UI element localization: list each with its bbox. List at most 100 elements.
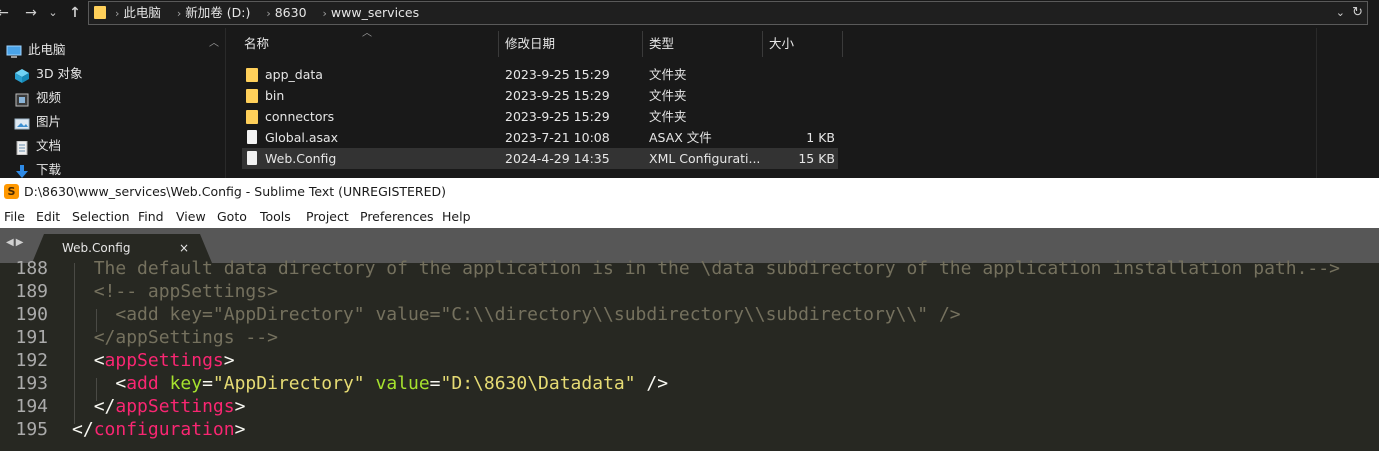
line-number: 190 <box>15 304 48 325</box>
tab-navigation-arrows[interactable]: ◀▶ <box>6 237 25 248</box>
file-type: 文件夹 <box>649 109 687 124</box>
up-button[interactable]: ↑ <box>66 3 84 23</box>
column-divider[interactable] <box>762 31 763 57</box>
menu-file[interactable]: File <box>4 206 25 228</box>
file-name: bin <box>265 88 285 103</box>
column-header-type[interactable]: 类型 <box>649 31 674 57</box>
sidebar-item-documents[interactable]: 文档 <box>14 135 61 157</box>
column-header-modified[interactable]: 修改日期 <box>505 31 555 57</box>
code-token: appSettings <box>104 350 224 371</box>
breadcrumb-item-drive-d[interactable]: 新加卷 (D:) <box>185 5 250 20</box>
title-bar[interactable]: S D:\8630\www_services\Web.Config - Subl… <box>0 178 1379 206</box>
breadcrumb: › 此电脑 › 新加卷 (D:) › 8630 › www_services <box>115 2 419 24</box>
refresh-icon[interactable]: ↻ <box>1352 2 1363 24</box>
code-token: "AppDirectory" <box>212 373 365 394</box>
folder-icon <box>246 68 258 82</box>
sidebar-item-3d-objects[interactable]: 3D 对象 <box>14 63 83 85</box>
file-type: ASAX 文件 <box>649 130 712 145</box>
line-number: 189 <box>15 281 48 302</box>
code-token: = <box>202 373 213 394</box>
line-code: </appSettings> <box>72 395 246 418</box>
code-token: = <box>429 373 441 394</box>
code-token: > <box>223 350 235 371</box>
file-name: Web.Config <box>265 151 337 166</box>
file-icon <box>247 151 257 165</box>
menu-find[interactable]: Find <box>138 206 164 228</box>
code-editor[interactable]: 188 The default data directory of the ap… <box>0 258 1379 451</box>
menu-selection[interactable]: Selection <box>72 206 130 228</box>
file-type: XML Configurati... <box>649 151 761 166</box>
code-token: "D:\8630\Datadata" <box>440 373 636 394</box>
file-row[interactable]: Global.asax 2023-7-21 10:08 ASAX 文件 1 KB <box>242 127 838 148</box>
scroll-up-icon[interactable]: ︿ <box>209 34 219 49</box>
file-modified: 2023-9-25 15:29 <box>505 88 610 103</box>
column-divider[interactable] <box>842 31 843 57</box>
navigation-pane: ︿ 此电脑 3D 对象 视频 图片 文档 下载 <box>0 32 225 178</box>
back-button[interactable]: ← <box>0 3 10 23</box>
menu-help[interactable]: Help <box>442 206 471 228</box>
breadcrumb-separator[interactable]: › <box>323 7 327 20</box>
menu-view[interactable]: View <box>176 206 206 228</box>
line-code: The default data directory of the applic… <box>72 257 1340 280</box>
column-header-size[interactable]: 大小 <box>769 31 794 57</box>
folder-icon <box>246 89 258 103</box>
menu-project[interactable]: Project <box>306 206 349 228</box>
breadcrumb-item-this-pc[interactable]: 此电脑 <box>123 5 161 20</box>
sidebar-item-pictures[interactable]: 图片 <box>14 111 61 133</box>
sort-ascending-icon: ︿ <box>362 28 372 39</box>
breadcrumb-item-www-services[interactable]: www_services <box>331 5 419 20</box>
close-icon[interactable]: × <box>179 240 189 256</box>
window-title: D:\8630\www_services\Web.Config - Sublim… <box>24 184 446 199</box>
code-token: > <box>234 396 246 417</box>
column-header-name[interactable]: 名称 <box>244 31 269 57</box>
file-row[interactable]: app_data 2023-9-25 15:29 文件夹 <box>242 64 838 85</box>
code-token: > <box>234 419 246 440</box>
address-bar[interactable]: › 此电脑 › 新加卷 (D:) › 8630 › www_services ⌄… <box>88 1 1368 25</box>
line-number: 195 <box>15 419 48 440</box>
pane-divider[interactable] <box>225 28 226 178</box>
code-token: configuration <box>93 419 235 440</box>
download-icon <box>14 164 30 178</box>
recent-locations-button[interactable]: ⌄ <box>46 3 60 23</box>
code-token: </ <box>72 419 94 440</box>
file-name: app_data <box>265 67 323 82</box>
file-row[interactable]: bin 2023-9-25 15:29 文件夹 <box>242 85 838 106</box>
code-token: </appSettings --> <box>93 327 278 348</box>
pane-divider <box>1316 28 1317 178</box>
line-code: </configuration> <box>72 418 245 441</box>
file-type: 文件夹 <box>649 67 687 82</box>
code-token: < <box>93 350 105 371</box>
code-token: </ <box>93 396 116 417</box>
menu-goto[interactable]: Goto <box>217 206 247 228</box>
breadcrumb-item-8630[interactable]: 8630 <box>275 5 307 20</box>
menu-edit[interactable]: Edit <box>36 206 60 228</box>
forward-button[interactable]: → <box>22 3 40 23</box>
file-row[interactable]: connectors 2023-9-25 15:29 文件夹 <box>242 106 838 127</box>
sidebar-item-label: 3D 对象 <box>36 66 83 81</box>
code-token: The default data directory of the applic… <box>93 258 1340 279</box>
sidebar-item-videos[interactable]: 视频 <box>14 87 61 109</box>
file-row-selected[interactable]: Web.Config 2024-4-29 14:35 XML Configura… <box>242 148 838 169</box>
column-divider[interactable] <box>642 31 643 57</box>
pictures-icon <box>14 116 30 130</box>
menu-tools[interactable]: Tools <box>260 206 291 228</box>
breadcrumb-separator[interactable]: › <box>177 7 181 20</box>
file-name: Global.asax <box>265 130 339 145</box>
chevron-down-icon[interactable]: ⌄ <box>1336 2 1345 24</box>
line-number: 194 <box>15 396 48 417</box>
sublime-logo-icon: S <box>4 184 19 199</box>
folder-icon <box>246 110 258 124</box>
code-token: /> <box>635 373 669 394</box>
line-code: <!-- appSettings> <box>72 280 278 303</box>
sidebar-item-this-pc[interactable]: 此电脑 <box>6 39 66 61</box>
menu-preferences[interactable]: Preferences <box>360 206 434 228</box>
line-code: <appSettings> <box>72 349 235 372</box>
column-divider[interactable] <box>498 31 499 57</box>
breadcrumb-separator[interactable]: › <box>266 7 270 20</box>
file-size: 1 KB <box>806 130 835 145</box>
file-modified: 2023-7-21 10:08 <box>505 130 610 145</box>
documents-icon <box>14 140 30 155</box>
line-code: </appSettings --> <box>72 326 278 349</box>
file-modified: 2024-4-29 14:35 <box>505 151 610 166</box>
